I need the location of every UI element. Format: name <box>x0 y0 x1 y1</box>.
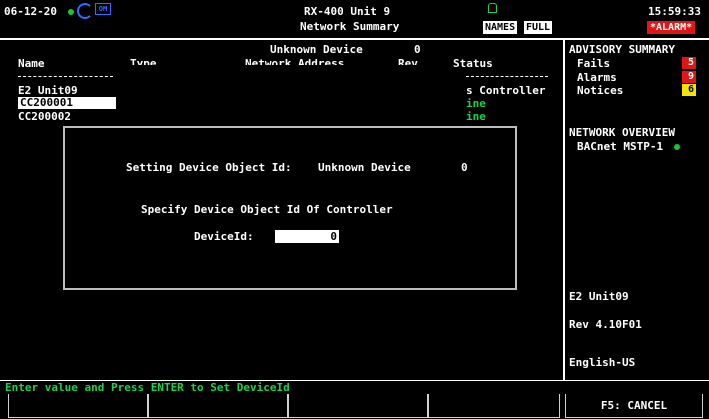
notices-count-badge: 6 <box>682 84 696 96</box>
alarm-indicator[interactable]: *ALARM* <box>647 21 696 34</box>
notices-label[interactable]: Notices <box>577 84 623 97</box>
device-id-input[interactable] <box>275 230 339 243</box>
name-divider <box>18 76 113 78</box>
device-icon: OM <box>95 3 111 15</box>
alarms-label[interactable]: Alarms <box>577 71 617 84</box>
unknown-device-label: Unknown Device <box>270 43 363 56</box>
names-button[interactable]: NAMES <box>483 21 518 34</box>
dialog-device-name: Unknown Device <box>318 161 411 174</box>
f4-key[interactable] <box>428 394 560 418</box>
column-header-rev[interactable]: Rev <box>398 57 418 65</box>
row-status: ine <box>466 110 486 123</box>
language-display: English-US <box>569 356 636 369</box>
date-display: 06-12-20 <box>4 5 57 18</box>
row-status: s Controller <box>466 84 546 97</box>
screen-title: Network Summary <box>300 20 400 33</box>
controller-title: RX-400 Unit 9 <box>304 5 391 18</box>
sidebar-divider <box>563 40 565 380</box>
device-id-label: DeviceId: <box>194 230 254 243</box>
status-line: Enter value and Press ENTER to Set Devic… <box>0 380 709 394</box>
f2-key[interactable] <box>148 394 288 418</box>
clock-display: 15:59:33 <box>648 5 701 18</box>
f5-cancel-button[interactable]: F5: CANCEL <box>565 394 703 418</box>
header-bar: 06-12-20 OM RX-400 Unit 9 Network Summar… <box>0 0 709 40</box>
network-overview-title: NETWORK OVERVIEW <box>569 126 675 139</box>
firmware-revision: Rev 4.10F01 <box>569 318 642 331</box>
row-name: CC200002 <box>18 110 71 123</box>
alarms-count-badge: 9 <box>682 71 696 83</box>
column-header-address[interactable]: Network Address <box>245 57 344 65</box>
network-ok-icon <box>674 144 680 150</box>
dialog-device-value: 0 <box>461 161 468 174</box>
unknown-device-count: 0 <box>414 43 421 56</box>
fails-label[interactable]: Fails <box>577 57 610 70</box>
f3-key[interactable] <box>288 394 428 418</box>
fails-count-badge: 5 <box>682 57 696 69</box>
column-header-type[interactable]: Type <box>130 57 157 65</box>
status-dot-icon <box>68 9 74 15</box>
full-button[interactable]: FULL <box>524 21 553 34</box>
advisory-summary-title: ADVISORY SUMMARY <box>569 43 675 56</box>
dialog-instruction: Specify Device Object Id Of Controller <box>141 203 393 216</box>
status-divider <box>466 76 548 78</box>
lock-icon <box>488 3 497 13</box>
status-message: Enter value and Press ENTER to Set Devic… <box>5 381 290 394</box>
row-status: ine <box>466 97 486 110</box>
unit-name: E2 Unit09 <box>569 290 629 303</box>
column-header-name[interactable]: Name <box>18 57 45 70</box>
column-header-status[interactable]: Status <box>453 57 493 70</box>
row-name-selected: CC200001 <box>18 97 116 109</box>
function-key-bar: F5: CANCEL <box>0 394 709 419</box>
dialog-setting-label: Setting Device Object Id: <box>126 161 292 174</box>
network-bacnet-item[interactable]: BACnet MSTP-1 <box>577 140 663 153</box>
f1-key[interactable] <box>8 394 148 418</box>
network-refresh-icon <box>77 3 93 19</box>
